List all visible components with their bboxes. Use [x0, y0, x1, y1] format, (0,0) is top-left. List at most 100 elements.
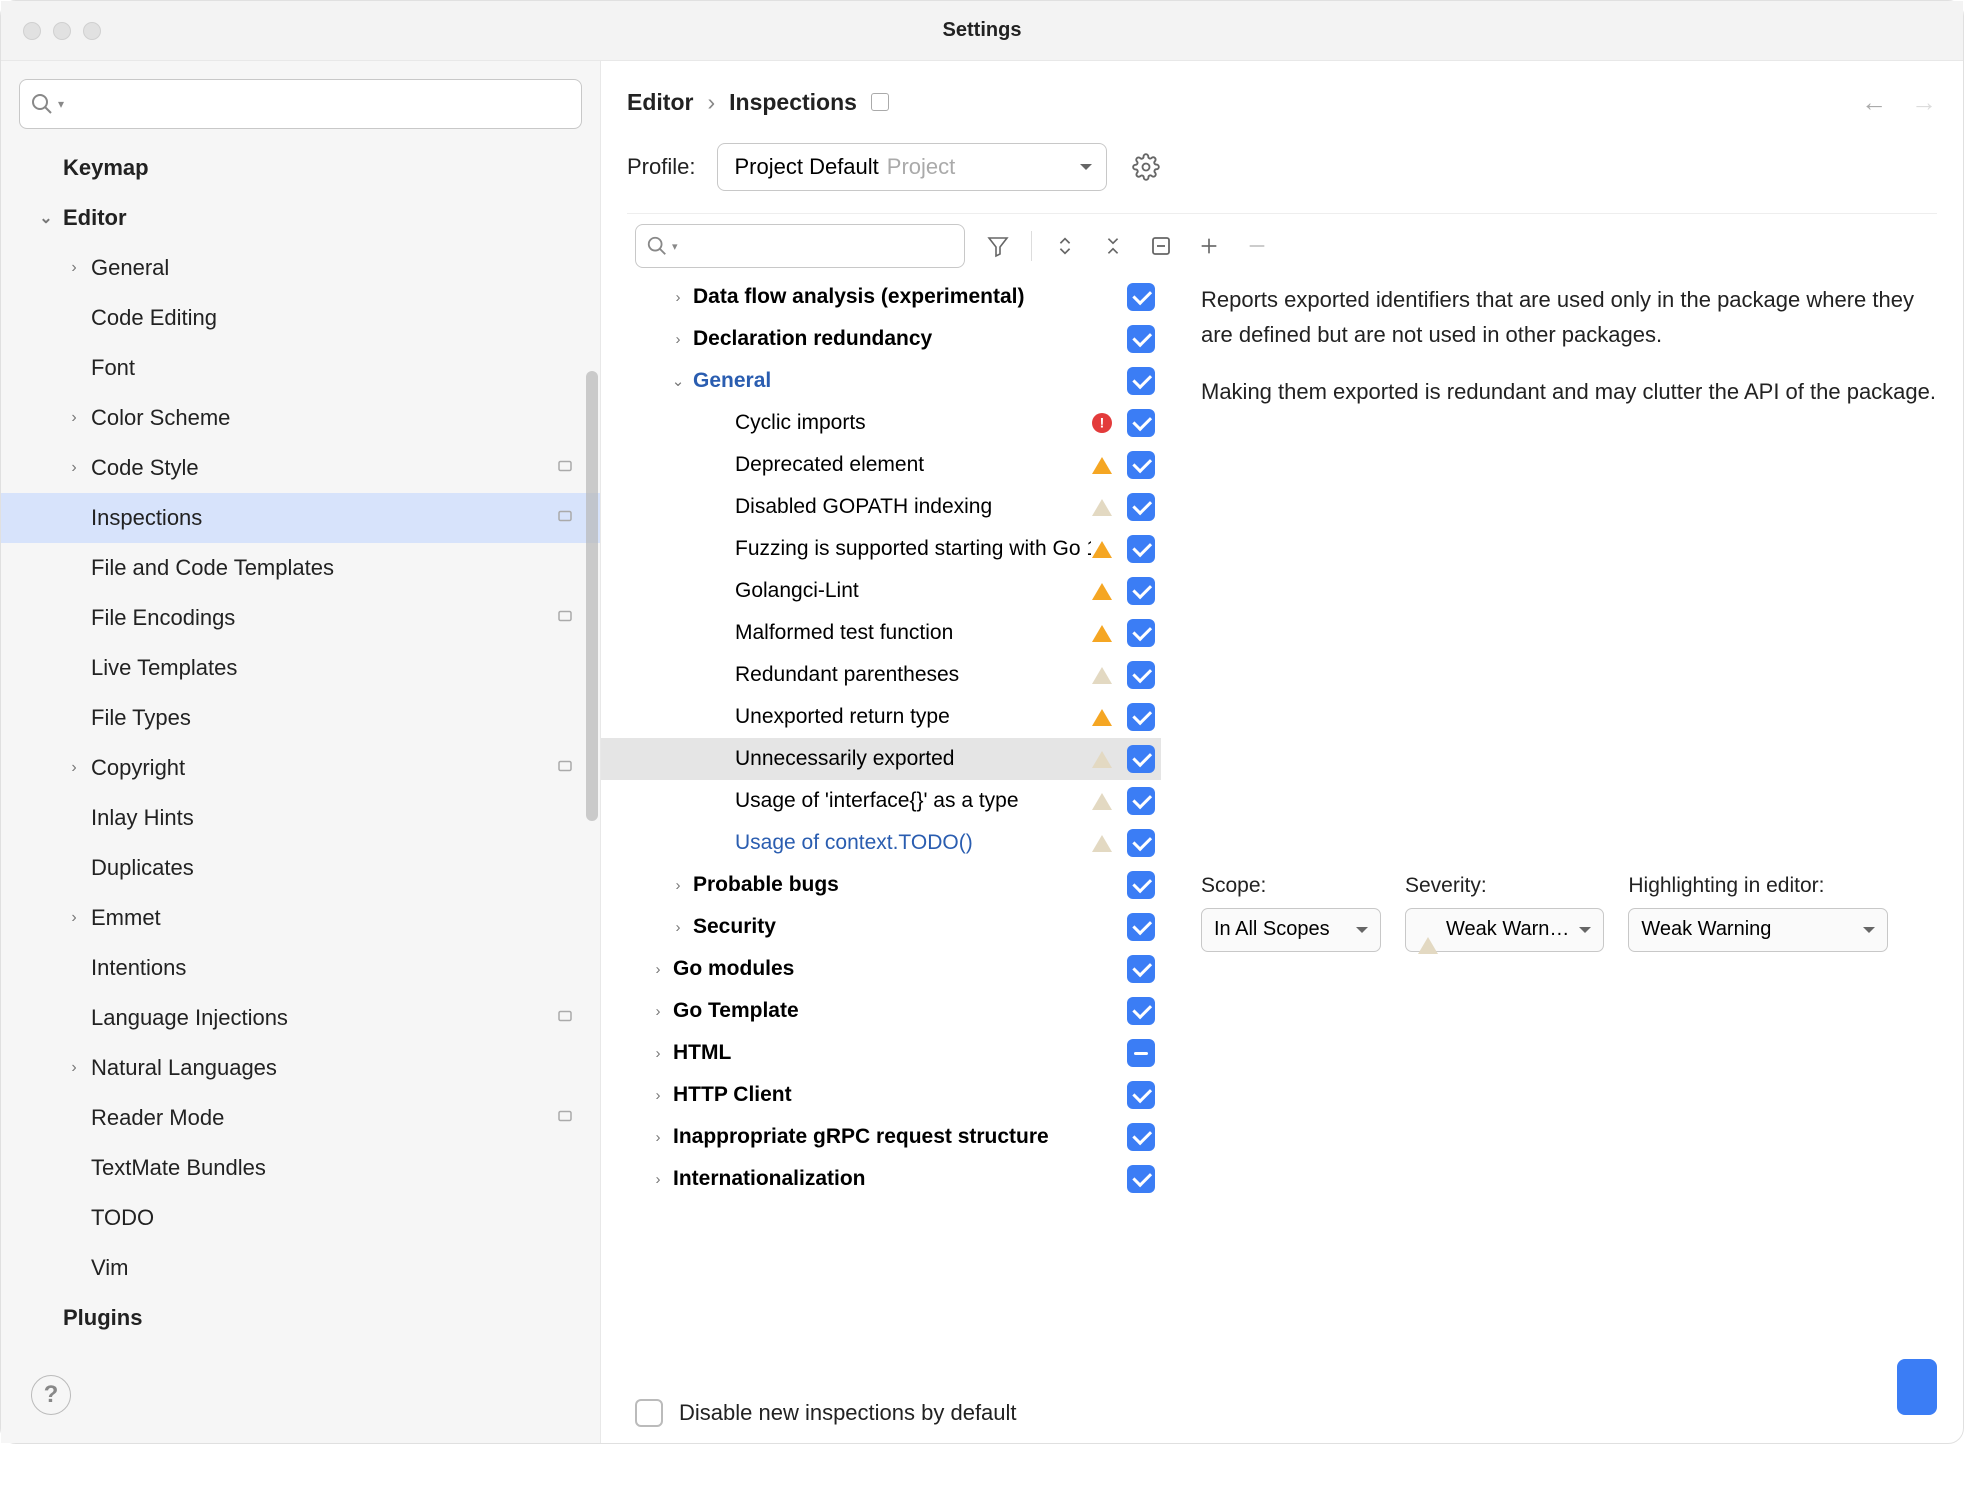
inspection-checkbox[interactable] [1127, 913, 1155, 941]
sidebar-item-vim[interactable]: Vim [1, 1243, 600, 1293]
sidebar-item-reader-mode[interactable]: Reader Mode [1, 1093, 600, 1143]
sidebar-item-inlay-hints[interactable]: Inlay Hints [1, 793, 600, 843]
plus-icon [1198, 235, 1220, 257]
inspection-checkbox[interactable] [1127, 577, 1155, 605]
sidebar-item-file-encodings[interactable]: File Encodings [1, 593, 600, 643]
sidebar-search-input[interactable]: ▾ [19, 79, 582, 129]
severity-select[interactable]: Weak Warn… [1405, 908, 1604, 952]
inspection-item[interactable]: ›HTML [601, 1032, 1161, 1074]
inspection-checkbox[interactable] [1127, 283, 1155, 311]
sidebar-item-language-injections[interactable]: Language Injections [1, 993, 600, 1043]
scope-select[interactable]: In All Scopes [1201, 908, 1381, 952]
disable-new-inspections-checkbox[interactable] [635, 1399, 663, 1427]
inspection-checkbox[interactable] [1127, 493, 1155, 521]
inspection-item[interactable]: Cyclic imports [601, 402, 1161, 444]
sidebar-item-live-templates[interactable]: Live Templates [1, 643, 600, 693]
inspection-checkbox[interactable] [1127, 829, 1155, 857]
sidebar-item-todo[interactable]: TODO [1, 1193, 600, 1243]
chevron-down-icon: ▾ [58, 97, 64, 111]
back-button[interactable]: ← [1861, 87, 1887, 118]
sidebar-item-editor[interactable]: ⌄Editor [1, 193, 600, 243]
breadcrumb-parent[interactable]: Editor [627, 89, 693, 116]
sidebar-item-color-scheme[interactable]: ›Color Scheme [1, 393, 600, 443]
inspection-item[interactable]: Usage of context.TODO() [601, 822, 1161, 864]
inspection-item[interactable]: ›Data flow analysis (experimental) [601, 276, 1161, 318]
forward-button[interactable]: → [1911, 87, 1937, 118]
highlighting-select[interactable]: Weak Warning [1628, 908, 1888, 952]
inspection-search-input[interactable]: ▾ [635, 224, 965, 268]
zoom-icon[interactable] [83, 22, 101, 40]
profile-select[interactable]: Project Default Project [717, 143, 1107, 191]
sidebar-item-general[interactable]: ›General [1, 243, 600, 293]
inspection-checkbox[interactable] [1127, 745, 1155, 773]
inspection-item[interactable]: Malformed test function [601, 612, 1161, 654]
add-inspection-button[interactable] [1194, 231, 1224, 261]
sidebar-item-keymap[interactable]: Keymap [1, 143, 600, 193]
warning-icon [1092, 573, 1112, 600]
inspection-checkbox[interactable] [1127, 325, 1155, 353]
weak-warning-icon [1092, 489, 1112, 516]
inspection-item[interactable]: ⌄General [601, 360, 1161, 402]
ok-button[interactable] [1897, 1359, 1937, 1415]
profile-gear-button[interactable] [1129, 150, 1163, 184]
sidebar-item-intentions[interactable]: Intentions [1, 943, 600, 993]
inspection-item[interactable]: Redundant parentheses [601, 654, 1161, 696]
sidebar-item-plugins[interactable]: Plugins [1, 1293, 600, 1343]
inspection-checkbox[interactable] [1127, 1165, 1155, 1193]
sidebar-item-inspections[interactable]: Inspections [1, 493, 600, 543]
inspection-checkbox[interactable] [1127, 871, 1155, 899]
inspection-item[interactable]: ›Security [601, 906, 1161, 948]
inspection-item[interactable]: ›Inappropriate gRPC request structure [601, 1116, 1161, 1158]
severity-label: Severity: [1405, 874, 1604, 898]
disable-inspection-button[interactable] [1146, 231, 1176, 261]
separator [1031, 231, 1032, 261]
collapse-all-button[interactable] [1098, 231, 1128, 261]
filter-button[interactable] [983, 231, 1013, 261]
inspection-item[interactable]: Unnecessarily exported [601, 738, 1161, 780]
inspection-checkbox[interactable] [1127, 619, 1155, 647]
inspection-item[interactable]: ›Go modules [601, 948, 1161, 990]
inspection-checkbox[interactable] [1127, 1039, 1155, 1067]
inspection-checkbox[interactable] [1127, 409, 1155, 437]
inspection-checkbox[interactable] [1127, 367, 1155, 395]
sidebar-item-code-editing[interactable]: Code Editing [1, 293, 600, 343]
sidebar-item-font[interactable]: Font [1, 343, 600, 393]
inspection-checkbox[interactable] [1127, 535, 1155, 563]
inspection-checkbox[interactable] [1127, 451, 1155, 479]
sidebar-item-textmate-bundles[interactable]: TextMate Bundles [1, 1143, 600, 1193]
inspection-item[interactable]: ›Go Template [601, 990, 1161, 1032]
inspection-toolbar: ▾ [601, 224, 1963, 268]
sidebar-item-natural-languages[interactable]: ›Natural Languages [1, 1043, 600, 1093]
inspection-item[interactable]: ›Declaration redundancy [601, 318, 1161, 360]
inspection-item[interactable]: Usage of 'interface{}' as a type [601, 780, 1161, 822]
inspection-checkbox[interactable] [1127, 955, 1155, 983]
inspection-item[interactable]: Unexported return type [601, 696, 1161, 738]
breadcrumb-separator: › [707, 89, 715, 116]
sidebar-item-code-style[interactable]: ›Code Style [1, 443, 600, 493]
inspection-item[interactable]: ›Probable bugs [601, 864, 1161, 906]
inspection-checkbox[interactable] [1127, 1123, 1155, 1151]
sidebar-item-duplicates[interactable]: Duplicates [1, 843, 600, 893]
sidebar-item-copyright[interactable]: ›Copyright [1, 743, 600, 793]
inspection-item[interactable]: Golangci-Lint [601, 570, 1161, 612]
inspection-item[interactable]: Fuzzing is supported starting with Go 1.… [601, 528, 1161, 570]
inspection-item[interactable]: Deprecated element [601, 444, 1161, 486]
expand-all-button[interactable] [1050, 231, 1080, 261]
project-tag-icon [556, 755, 574, 781]
sidebar-scrollbar[interactable] [586, 371, 598, 821]
inspection-item[interactable]: ›HTTP Client [601, 1074, 1161, 1116]
help-button[interactable]: ? [31, 1375, 71, 1415]
remove-inspection-button[interactable] [1242, 231, 1272, 261]
inspection-checkbox[interactable] [1127, 787, 1155, 815]
inspection-checkbox[interactable] [1127, 703, 1155, 731]
sidebar-item-file-types[interactable]: File Types [1, 693, 600, 743]
sidebar-item-emmet[interactable]: ›Emmet [1, 893, 600, 943]
minimize-icon[interactable] [53, 22, 71, 40]
inspection-checkbox[interactable] [1127, 661, 1155, 689]
inspection-checkbox[interactable] [1127, 1081, 1155, 1109]
inspection-item[interactable]: ›Internationalization [601, 1158, 1161, 1200]
inspection-checkbox[interactable] [1127, 997, 1155, 1025]
inspection-item[interactable]: Disabled GOPATH indexing [601, 486, 1161, 528]
close-icon[interactable] [23, 22, 41, 40]
sidebar-item-file-and-code-templates[interactable]: File and Code Templates [1, 543, 600, 593]
